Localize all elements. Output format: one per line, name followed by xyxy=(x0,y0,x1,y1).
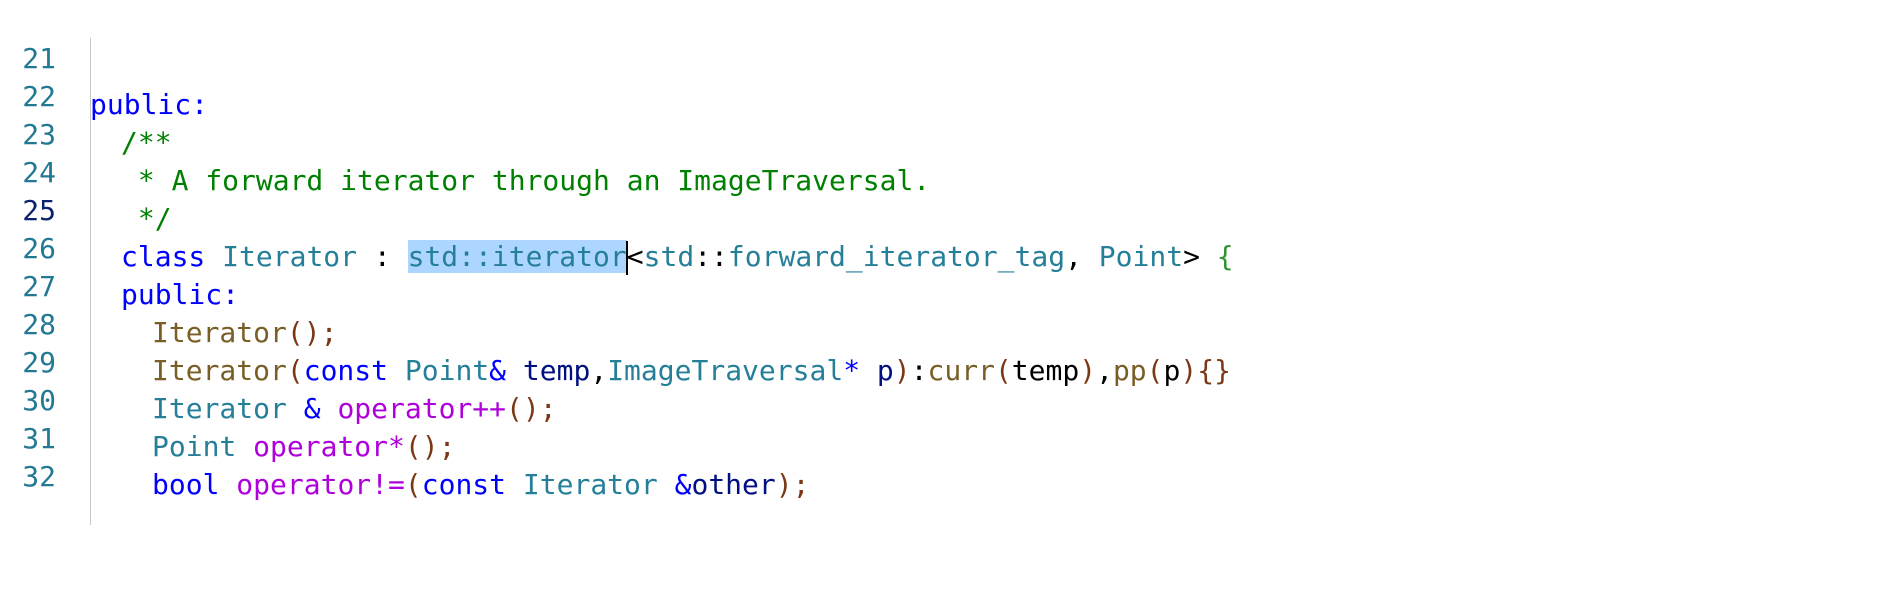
parameter: other xyxy=(691,468,776,501)
code-editor[interactable]: 21 public: 22 /** 23 * A forward iterato… xyxy=(0,0,1889,525)
punctuation: ); xyxy=(775,468,810,501)
paren: ( xyxy=(404,468,422,501)
operator-name: operator!= xyxy=(236,468,405,501)
line-number: 32 xyxy=(22,460,56,493)
type-name: Iterator xyxy=(522,468,658,501)
code-text[interactable]: bool operator!=(const Iterator &other); xyxy=(152,462,809,508)
keyword: bool xyxy=(152,468,220,501)
operator: & xyxy=(674,468,692,501)
code-line[interactable]: 32 xyxy=(0,408,1889,493)
keyword: const xyxy=(421,468,507,501)
